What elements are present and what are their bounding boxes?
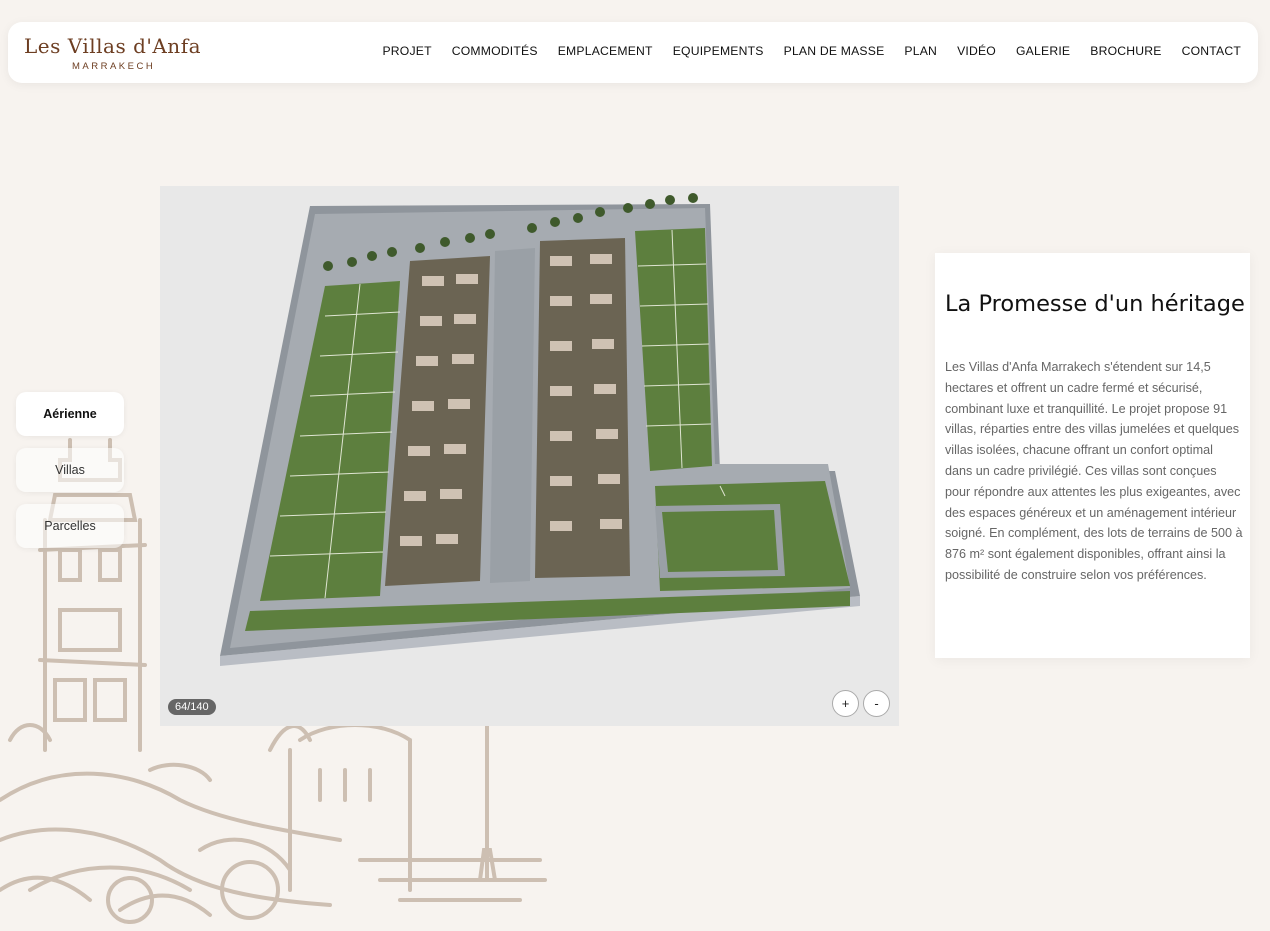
tab-villas[interactable]: Villas <box>16 448 124 492</box>
nav-plan-de-masse[interactable]: PLAN DE MASSE <box>784 44 885 58</box>
main-nav: PROJET COMMODITÉS EMPLACEMENT EQUIPEMENT… <box>382 44 1241 58</box>
tab-aerienne[interactable]: Aérienne <box>16 392 124 436</box>
brand-city: MARRAKECH <box>72 61 156 72</box>
nav-equipements[interactable]: EQUIPEMENTS <box>673 44 764 58</box>
aerial-viewer[interactable]: 64/140 + - <box>160 186 899 726</box>
zoom-in-button[interactable]: + <box>832 690 859 717</box>
nav-brochure[interactable]: BROCHURE <box>1090 44 1161 58</box>
nav-video[interactable]: VIDÉO <box>957 44 996 58</box>
view-tabs: Aérienne Villas Parcelles <box>16 392 124 560</box>
info-card: La Promesse d'un héritage Les Villas d'A… <box>935 253 1250 658</box>
info-title: La Promesse d'un héritage <box>945 291 1245 317</box>
nav-contact[interactable]: CONTACT <box>1182 44 1241 58</box>
zoom-out-button[interactable]: - <box>863 690 890 717</box>
site-header: Les Villas d'Anfa MARRAKECH PROJET COMMO… <box>8 22 1258 83</box>
brand-name: Les Villas d'Anfa <box>24 34 202 58</box>
brand-logo[interactable]: Les Villas d'Anfa MARRAKECH <box>24 34 202 74</box>
nav-commodites[interactable]: COMMODITÉS <box>452 44 538 58</box>
info-body: Les Villas d'Anfa Marrakech s'étendent s… <box>945 360 1243 582</box>
site-plan-render <box>220 193 860 666</box>
nav-galerie[interactable]: GALERIE <box>1016 44 1070 58</box>
tab-parcelles[interactable]: Parcelles <box>16 504 124 548</box>
nav-emplacement[interactable]: EMPLACEMENT <box>558 44 653 58</box>
nav-projet[interactable]: PROJET <box>382 44 431 58</box>
nav-plan[interactable]: PLAN <box>904 44 937 58</box>
image-counter: 64/140 <box>168 699 216 715</box>
